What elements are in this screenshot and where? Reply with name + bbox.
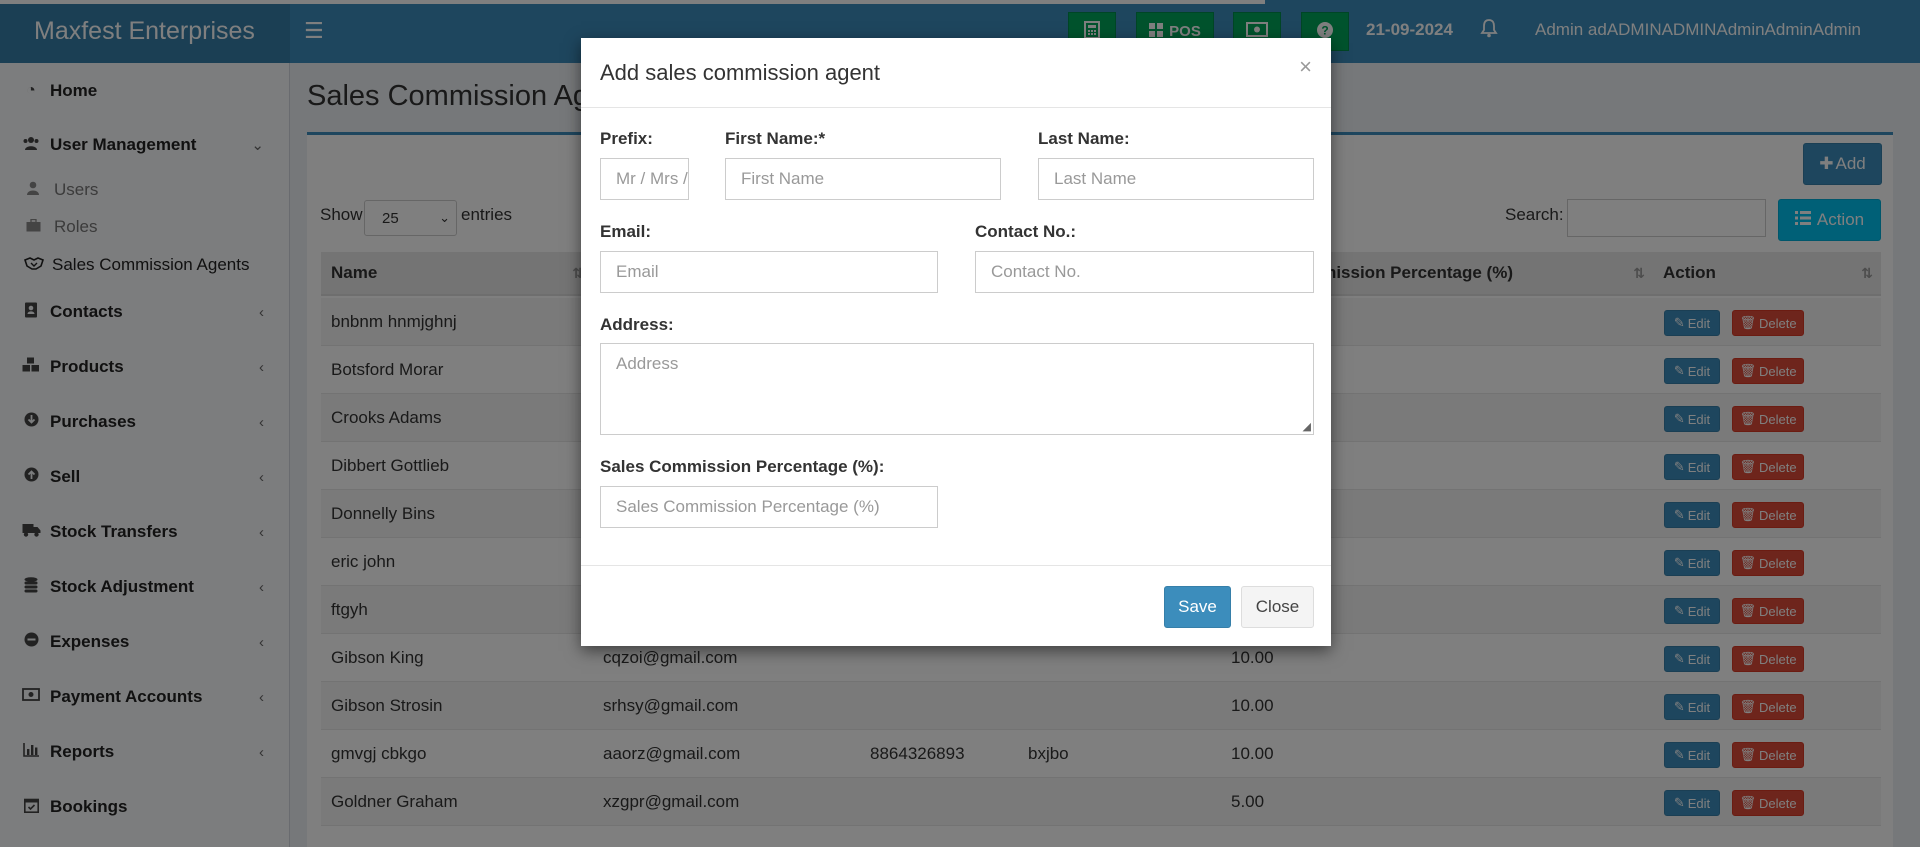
- address-placeholder: Address: [616, 354, 679, 373]
- save-button[interactable]: Save: [1164, 586, 1231, 628]
- email-label: Email:: [600, 222, 652, 241]
- contact-input[interactable]: Contact No.: [975, 251, 1314, 293]
- commission-input[interactable]: Sales Commission Percentage (%): [600, 486, 938, 528]
- last-name-input[interactable]: Last Name: [1038, 158, 1314, 200]
- address-label: Address:: [600, 315, 674, 334]
- resize-handle-icon[interactable]: ◢: [1303, 420, 1311, 433]
- contact-label: Contact No.:: [975, 222, 1077, 241]
- first-name-label: First Name:*: [725, 129, 826, 148]
- first-name-input[interactable]: First Name: [725, 158, 1001, 200]
- address-textarea[interactable]: Address ◢: [600, 343, 1314, 435]
- close-icon[interactable]: ×: [1299, 54, 1312, 80]
- last-name-label: Last Name:: [1038, 129, 1130, 148]
- modal-header: Add sales commission agent ×: [581, 38, 1331, 108]
- modal-title: Add sales commission agent: [600, 60, 881, 85]
- commission-label: Sales Commission Percentage (%):: [600, 457, 885, 476]
- prefix-label: Prefix:: [600, 129, 653, 148]
- close-button[interactable]: Close: [1241, 586, 1314, 628]
- prefix-input[interactable]: Mr / Mrs / Miss: [600, 158, 689, 200]
- add-agent-modal: Add sales commission agent × Prefix: Mr …: [581, 38, 1331, 646]
- email-input[interactable]: Email: [600, 251, 938, 293]
